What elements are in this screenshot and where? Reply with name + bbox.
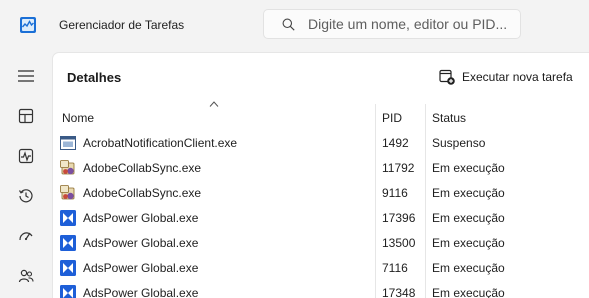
search-icon <box>282 18 295 31</box>
process-status: Em execução <box>432 236 505 250</box>
new-task-icon <box>439 69 455 85</box>
table-row[interactable]: AdsPower Global.exe 17396 Em execução <box>53 206 589 231</box>
column-header-status[interactable]: Status <box>426 104 589 132</box>
title-bar: Gerenciador de Tarefas <box>0 0 589 52</box>
adspower-icon <box>60 260 76 276</box>
table-row[interactable]: AdsPower Global.exe 7116 Em execução <box>53 256 589 281</box>
process-pid: 17348 <box>382 286 416 298</box>
process-name: AdobeCollabSync.exe <box>83 161 202 175</box>
startup-apps-icon <box>19 232 33 241</box>
process-name: AdsPower Global.exe <box>83 286 199 298</box>
process-name: AdobeCollabSync.exe <box>83 186 202 200</box>
table-row[interactable]: AdobeCollabSync.exe 9116 Em execução <box>53 181 589 206</box>
nav-app-history[interactable] <box>12 182 40 210</box>
process-name: AdsPower Global.exe <box>83 211 199 225</box>
hamburger-menu-icon <box>18 70 34 82</box>
table-row[interactable]: AdobeCollabSync.exe 11792 Em execução <box>53 156 589 181</box>
acrobat-app-icon <box>60 136 76 150</box>
adobe-collab-icon <box>60 160 75 175</box>
column-header-pid[interactable]: PID <box>376 104 425 132</box>
process-pid: 17396 <box>382 211 416 225</box>
performance-icon <box>18 148 34 164</box>
page-title: Detalhes <box>67 70 122 85</box>
process-status: Em execução <box>432 186 505 200</box>
column-header-name-label: Nome <box>62 111 95 125</box>
nav-users[interactable] <box>12 262 40 290</box>
app-title: Gerenciador de Tarefas <box>59 18 185 32</box>
nav-startup-apps[interactable] <box>12 222 40 250</box>
column-header-status-label: Status <box>432 111 467 125</box>
column-header-name[interactable]: Nome <box>53 104 376 132</box>
nav-performance[interactable] <box>12 142 40 170</box>
process-status: Em execução <box>432 211 505 225</box>
nav-processes[interactable] <box>12 102 40 130</box>
process-pid: 11792 <box>382 161 415 175</box>
process-name: AcrobatNotificationClient.exe <box>83 136 238 150</box>
adspower-icon <box>60 235 76 251</box>
search-input[interactable] <box>308 10 514 38</box>
process-pid: 9116 <box>382 186 408 200</box>
task-manager-window: Gerenciador de Tarefas Digite um nome, e… <box>0 0 589 298</box>
processes-icon <box>18 108 34 124</box>
process-status: Suspenso <box>432 136 486 150</box>
table-row[interactable]: AdsPower Global.exe 17348 Em execução <box>53 281 589 298</box>
process-name: AdsPower Global.exe <box>83 236 199 250</box>
run-new-task-button[interactable]: Executar nova tarefa <box>439 67 573 87</box>
process-status: Em execução <box>432 161 505 175</box>
menu-button[interactable] <box>12 62 40 90</box>
app-history-icon <box>18 189 33 203</box>
process-table: AcrobatNotificationClient.exe 1492 Suspe… <box>53 131 589 298</box>
table-row[interactable]: AdsPower Global.exe 13500 Em execução <box>53 231 589 256</box>
details-panel: Detalhes Executar nova tarefa Nome PID S… <box>52 52 589 298</box>
process-pid: 13500 <box>382 236 416 250</box>
table-row[interactable]: AcrobatNotificationClient.exe 1492 Suspe… <box>53 131 589 156</box>
process-status: Em execução <box>432 261 505 275</box>
process-pid: 1492 <box>382 136 409 150</box>
column-header-pid-label: PID <box>382 111 403 125</box>
process-pid: 7116 <box>382 261 408 275</box>
task-manager-icon <box>20 17 36 33</box>
run-new-task-label: Executar nova tarefa <box>462 70 573 84</box>
search-box[interactable] <box>263 9 521 39</box>
navigation-rail <box>0 52 52 298</box>
adobe-collab-icon <box>60 185 75 200</box>
process-status: Em execução <box>432 286 505 298</box>
users-icon <box>18 269 34 283</box>
adspower-icon <box>60 285 76 298</box>
adspower-icon <box>60 210 76 226</box>
process-name: AdsPower Global.exe <box>83 261 199 275</box>
